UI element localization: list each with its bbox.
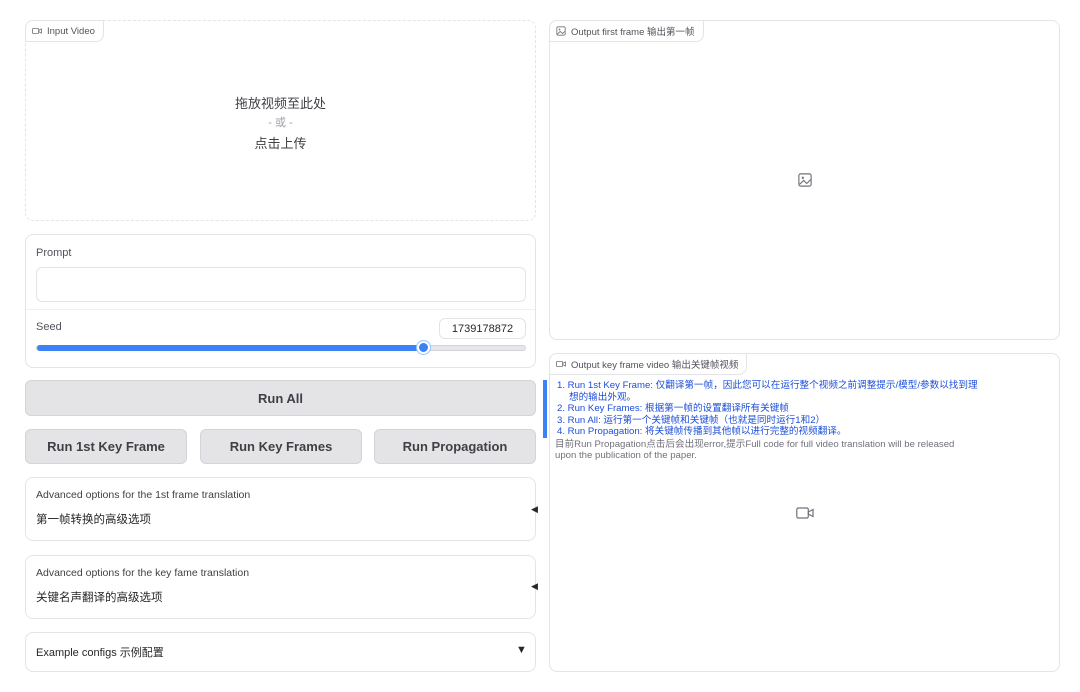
instruction-item: 1. Run 1st Key Frame: 仅翻译第一帧，因此您可以在运行整个视… <box>557 380 978 391</box>
seed-number-input[interactable]: 1739178872 <box>439 318 526 339</box>
output-first-frame-panel: Output first frame 输出第一帧 <box>549 20 1060 340</box>
image-placeholder-icon <box>798 173 812 187</box>
instruction-item: 2. Run Key Frames: 根据第一帧的设置翻译所有关键帧 <box>557 403 789 414</box>
prompt-label: Prompt <box>36 247 72 259</box>
video-placeholder-icon <box>796 507 814 519</box>
accordion-title: Advanced options for the key fame transl… <box>36 567 250 579</box>
accordion-title: Advanced options for the 1st frame trans… <box>36 489 251 501</box>
run-all-button[interactable]: Run All <box>25 380 536 416</box>
or-text: - 或 - <box>268 117 293 129</box>
run-first-key-frame-button[interactable]: Run 1st Key Frame <box>25 429 187 464</box>
instruction-note: 目前Run Propagation点击后会出现error,提示Full code… <box>555 438 955 462</box>
prompt-seed-panel: Prompt Seed 1739178872 <box>25 234 536 368</box>
seed-slider[interactable] <box>36 341 526 354</box>
accordion-subtitle: 第一帧转换的高级选项 <box>36 514 151 526</box>
instructions-list: 1. Run 1st Key Frame: 仅翻译第一帧，因此您可以在运行整个视… <box>543 380 1048 438</box>
accordion-subtitle: 关键名声翻译的高级选项 <box>36 592 163 604</box>
accordion-first-frame-options[interactable]: Advanced options for the 1st frame trans… <box>25 477 536 541</box>
video-icon <box>32 28 42 34</box>
run-propagation-button[interactable]: Run Propagation <box>374 429 536 464</box>
expand-arrow-icon[interactable]: ▼ <box>516 644 527 656</box>
drop-text: 拖放视频至此处 <box>234 96 326 111</box>
accordion-example-configs[interactable]: Example configs 示例配置 ▼ <box>25 632 536 672</box>
run-key-frames-button[interactable]: Run Key Frames <box>200 429 362 464</box>
instruction-item: 想的输出外观。 <box>569 391 637 403</box>
accordion-key-frame-options[interactable]: Advanced options for the key fame transl… <box>25 555 536 619</box>
instruction-item: 3. Run All: 运行第一个关键帧和关键帧（也就是同时运行1和2） <box>557 414 826 426</box>
input-video-dropzone[interactable]: Input Video 拖放视频至此处 - 或 - 点击上传 <box>25 20 536 221</box>
instruction-item: 4. Run Propagation: 将关键帧传播到其他帧以进行完整的视频翻译… <box>557 426 847 437</box>
divider <box>26 309 535 310</box>
output-key-frame-video-label: Output key frame video 输出关键帧视频 <box>549 353 748 375</box>
input-video-label: Input Video <box>25 20 104 42</box>
output-first-frame-label: Output first frame 输出第一帧 <box>549 20 704 42</box>
accordion-title: Example configs 示例配置 <box>36 647 164 659</box>
seed-label: Seed <box>36 321 62 333</box>
instructions-markdown: 1. Run 1st Key Frame: 仅翻译第一帧，因此您可以在运行整个视… <box>543 380 1048 462</box>
video-icon <box>556 361 566 367</box>
seed-slider-fill <box>37 345 423 351</box>
collapse-arrow-icon[interactable]: ◀ <box>531 504 538 515</box>
seed-slider-thumb[interactable] <box>416 341 430 354</box>
image-icon <box>556 26 566 36</box>
prompt-input[interactable] <box>36 267 526 302</box>
click-upload-text[interactable]: 点击上传 <box>26 133 535 152</box>
collapse-arrow-icon[interactable]: ◀ <box>531 581 538 592</box>
